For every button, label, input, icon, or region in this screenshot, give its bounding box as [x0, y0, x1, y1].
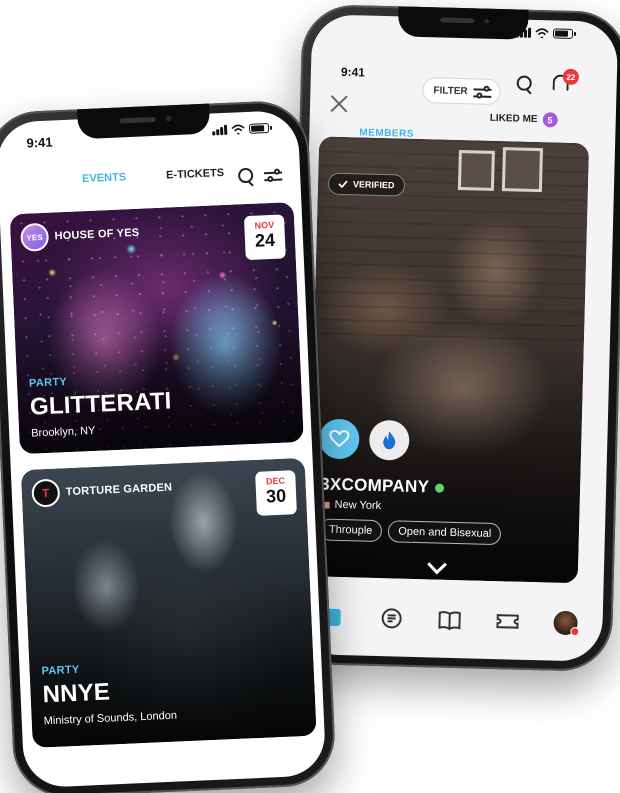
liked-me-label: LIKED ME: [489, 112, 538, 126]
status-time: 9:41: [26, 134, 53, 151]
bottom-nav: [296, 586, 603, 654]
phone-notch: [397, 6, 529, 40]
wall-picture-frame: [457, 149, 495, 191]
organizer[interactable]: YES HOUSE OF YES: [20, 219, 140, 252]
signal-icon: [515, 27, 532, 38]
wifi-icon: [535, 28, 549, 39]
heart-icon: [329, 429, 350, 448]
phone-notch: [77, 103, 211, 140]
battery-icon: [248, 122, 270, 134]
sliders-icon: [473, 85, 492, 99]
event-card[interactable]: YES HOUSE OF YES NOV 24 PARTY GLITTERATI…: [9, 201, 304, 455]
nav-feed[interactable]: [378, 605, 405, 632]
torture-garden-logo: T: [31, 478, 61, 508]
member-app-phone: 9:41 FILTER 22 LIKED ME 5 MEMBERS VERIFI…: [285, 3, 620, 673]
organizer-name: TORTURE GARDEN: [65, 481, 173, 499]
status-time: 9:41: [340, 64, 366, 80]
sliders-icon[interactable]: [264, 168, 283, 183]
nav-tickets[interactable]: [494, 608, 521, 635]
close-icon[interactable]: [328, 93, 351, 116]
tab-e-tickets[interactable]: E-TICKETS: [166, 167, 225, 182]
search-icon[interactable]: [516, 75, 534, 93]
events-app-phone: 9:41 EVENTS E-TICKETS YES HOUSE OF YES N…: [0, 99, 337, 793]
member-location: New York: [319, 498, 381, 512]
book-icon: [438, 611, 461, 631]
member-card[interactable]: VERIFIED 3XCOMPANY New York Throuple Ope…: [307, 136, 590, 584]
filter-label: FILTER: [433, 84, 468, 97]
filter-button[interactable]: FILTER: [422, 77, 502, 106]
battery-icon: [552, 28, 574, 39]
avatar: [553, 610, 578, 636]
online-status-dot: [435, 482, 445, 493]
organizer[interactable]: T TORTURE GARDEN: [31, 474, 173, 508]
event-card[interactable]: T TORTURE GARDEN DEC 30 PARTY NNYE Minis…: [20, 457, 317, 748]
event-day: 24: [254, 229, 276, 251]
wall-picture-frame: [501, 147, 543, 193]
tab-events[interactable]: EVENTS: [82, 171, 126, 185]
member-name: 3XCOMPANY: [320, 474, 445, 497]
wifi-icon: [231, 124, 245, 135]
member-screen: 9:41 FILTER 22 LIKED ME 5 MEMBERS VERIFI…: [295, 14, 619, 662]
events-screen: 9:41 EVENTS E-TICKETS YES HOUSE OF YES N…: [0, 109, 327, 789]
check-icon: [338, 180, 348, 189]
notifications-button[interactable]: 22: [550, 68, 580, 95]
event-category: PARTY: [41, 663, 80, 678]
status-icons: [515, 27, 574, 39]
nav-profile[interactable]: [552, 610, 579, 637]
flame-icon: [383, 431, 396, 450]
photo-shade: [307, 334, 584, 584]
house-of-yes-logo: YES: [20, 222, 50, 252]
ticket-icon: [496, 614, 519, 629]
liked-me-badge: 5: [542, 112, 558, 128]
event-date: NOV 24: [243, 214, 286, 261]
event-day: 30: [265, 485, 287, 507]
nav-magazine[interactable]: [436, 607, 463, 634]
brick-wall-background: [314, 136, 590, 342]
notification-badge: 22: [562, 68, 580, 86]
event-title: NNYE: [42, 678, 111, 709]
tag-chip: Open and Bisexual: [388, 520, 502, 546]
tab-bar: EVENTS E-TICKETS: [82, 167, 224, 185]
search-icon[interactable]: [238, 168, 257, 187]
event-date: DEC 30: [255, 470, 297, 516]
tag-chip: Throuple: [318, 518, 383, 543]
feed-icon: [381, 608, 402, 629]
signal-icon: [212, 124, 228, 136]
organizer-name: HOUSE OF YES: [54, 226, 140, 243]
event-category: PARTY: [28, 376, 68, 390]
tab-liked-me[interactable]: LIKED ME 5: [490, 111, 558, 128]
verified-badge: VERIFIED: [327, 172, 405, 197]
verified-label: VERIFIED: [352, 179, 395, 191]
